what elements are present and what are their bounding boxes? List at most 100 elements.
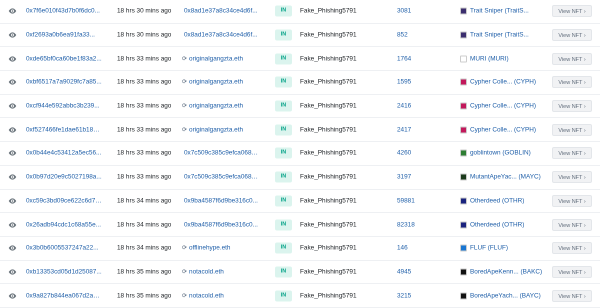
view-nft-button[interactable]: View NFT › bbox=[552, 289, 592, 302]
txn-hash-link[interactable]: 0x7f6e010f43d7b0f6dc0... bbox=[26, 8, 100, 15]
from-address-label[interactable]: 0x9ba4587f6d9be316c0... bbox=[184, 197, 258, 204]
token-link[interactable]: Cypher Colle... (CYPH) bbox=[460, 126, 536, 134]
token-id-link[interactable]: 4945 bbox=[397, 268, 411, 275]
token-name[interactable]: Cypher Colle... (CYPH) bbox=[470, 103, 536, 110]
from-address[interactable]: ⟳ originalgangzta.eth bbox=[182, 55, 243, 62]
token-link[interactable]: FLUF (FLUF) bbox=[460, 244, 508, 252]
txn-hash-link[interactable]: 0xf527466fe1dae61b184... bbox=[26, 126, 102, 133]
from-address[interactable]: ⟳ originalgangzta.eth bbox=[182, 103, 243, 110]
txn-hash-link[interactable]: 0xbf6517a7a9029fc7a85... bbox=[26, 79, 102, 86]
token-link[interactable]: Cypher Colle... (CYPH) bbox=[460, 102, 536, 110]
token-id-link[interactable]: 3081 bbox=[397, 8, 411, 15]
token-name[interactable]: Cypher Colle... (CYPH) bbox=[470, 126, 536, 133]
from-address[interactable]: 0x8ad1e37a8c34ce4d6f... bbox=[182, 32, 258, 39]
eye-icon[interactable] bbox=[8, 220, 17, 229]
from-address[interactable]: 0x8ad1e37a8c34ce4d6f... bbox=[182, 8, 258, 15]
token-link[interactable]: BoredApeKenn... (BAKC) bbox=[460, 268, 542, 276]
from-address-label[interactable]: 0x7c509c385c9efca068b... bbox=[184, 174, 260, 181]
eye-icon[interactable] bbox=[8, 291, 17, 300]
token-name[interactable]: BoredApeKenn... (BAKC) bbox=[470, 268, 542, 275]
view-nft-button[interactable]: View NFT › bbox=[552, 194, 592, 207]
token-link[interactable]: Otherdeed (OTHR) bbox=[460, 197, 524, 205]
token-id-link[interactable]: 3197 bbox=[397, 174, 411, 181]
txn-hash-link[interactable]: 0x0b97d20e9c5027198a... bbox=[26, 174, 102, 181]
from-address[interactable]: 0x9ba4587f6d9be316c0... bbox=[182, 221, 258, 228]
txn-hash-link[interactable]: 0xb13353cd05d1d25087... bbox=[26, 268, 102, 275]
token-link[interactable]: Trait Sniper (TraitS... bbox=[460, 31, 529, 39]
txn-hash-link[interactable]: 0x26adb94cdc1c68a55e... bbox=[26, 221, 101, 228]
token-name[interactable]: BoredApeYach... (BAYC) bbox=[470, 292, 541, 299]
token-name[interactable]: FLUF (FLUF) bbox=[470, 245, 508, 252]
view-nft-button[interactable]: View NFT › bbox=[552, 171, 592, 184]
from-address-label[interactable]: originalgangzta.eth bbox=[189, 79, 243, 86]
view-nft-button[interactable]: View NFT › bbox=[552, 242, 592, 255]
txn-hash-link[interactable]: 0xc59c3bd09ce622c6d72... bbox=[26, 197, 102, 204]
eye-icon[interactable] bbox=[8, 196, 17, 205]
view-nft-button[interactable]: View NFT › bbox=[552, 265, 592, 278]
from-address-label[interactable]: 0x8ad1e37a8c34ce4d6f... bbox=[184, 32, 258, 39]
from-address-label[interactable]: originalgangzta.eth bbox=[189, 103, 243, 110]
token-id-link[interactable]: 3215 bbox=[397, 292, 411, 299]
token-link[interactable]: MURI (MURI) bbox=[460, 55, 509, 63]
from-address[interactable]: 0x7c509c385c9efca068b... bbox=[182, 150, 260, 157]
from-address-label[interactable]: 0x9ba4587f6d9be316c0... bbox=[184, 221, 258, 228]
txn-hash-link[interactable]: 0xde65bf0ca60be1f83a2... bbox=[26, 55, 102, 62]
token-id-link[interactable]: 852 bbox=[397, 32, 408, 39]
from-address-label[interactable]: offlinehype.eth bbox=[189, 245, 230, 252]
txn-hash-link[interactable]: 0xf2693a0b6ea91fa33... bbox=[26, 32, 95, 39]
token-id-link[interactable]: 146 bbox=[397, 245, 408, 252]
txn-hash-link[interactable]: 0x9a827b844ea067d2a9... bbox=[26, 292, 102, 299]
view-nft-button[interactable]: View NFT › bbox=[552, 29, 592, 42]
from-address[interactable]: ⟳ originalgangzta.eth bbox=[182, 79, 243, 86]
token-id-link[interactable]: 59881 bbox=[397, 197, 415, 204]
token-id-link[interactable]: 1764 bbox=[397, 55, 411, 62]
token-id-link[interactable]: 4260 bbox=[397, 150, 411, 157]
eye-icon[interactable] bbox=[8, 173, 17, 182]
token-id-link[interactable]: 2417 bbox=[397, 126, 411, 133]
eye-icon[interactable] bbox=[8, 125, 17, 134]
token-link[interactable]: goblintown (GOBLIN) bbox=[460, 149, 531, 157]
token-link[interactable]: BoredApeYach... (BAYC) bbox=[460, 292, 541, 300]
token-id-link[interactable]: 82318 bbox=[397, 221, 415, 228]
from-address[interactable]: ⟳ notacold.eth bbox=[182, 268, 224, 275]
from-address-label[interactable]: originalgangzta.eth bbox=[189, 126, 243, 133]
token-link[interactable]: Otherdeed (OTHR) bbox=[460, 221, 524, 229]
from-address[interactable]: ⟳ offlinehype.eth bbox=[182, 245, 231, 252]
eye-icon[interactable] bbox=[8, 54, 17, 63]
token-link[interactable]: Trait Sniper (TraitS... bbox=[460, 7, 529, 15]
from-address-label[interactable]: 0x8ad1e37a8c34ce4d6f... bbox=[184, 8, 258, 15]
from-address-label[interactable]: notacold.eth bbox=[189, 292, 224, 299]
eye-icon[interactable] bbox=[8, 102, 17, 111]
from-address-label[interactable]: 0x7c509c385c9efca068b... bbox=[184, 150, 260, 157]
token-name[interactable]: Cypher Colle... (CYPH) bbox=[470, 79, 536, 86]
token-name[interactable]: goblintown (GOBLIN) bbox=[470, 150, 531, 157]
view-nft-button[interactable]: View NFT › bbox=[552, 76, 592, 89]
token-id-link[interactable]: 1595 bbox=[397, 79, 411, 86]
from-address-label[interactable]: notacold.eth bbox=[189, 268, 224, 275]
eye-icon[interactable] bbox=[8, 78, 17, 87]
token-name[interactable]: Otherdeed (OTHR) bbox=[470, 197, 524, 204]
token-name[interactable]: MURI (MURI) bbox=[470, 55, 509, 62]
from-address[interactable]: 0x9ba4587f6d9be316c0... bbox=[182, 197, 258, 204]
token-name[interactable]: Trait Sniper (TraitS... bbox=[470, 32, 529, 39]
from-address[interactable]: ⟳ originalgangzta.eth bbox=[182, 126, 243, 133]
txn-hash-link[interactable]: 0x0b44e4c53412a5ec56... bbox=[26, 150, 101, 157]
view-nft-button[interactable]: View NFT › bbox=[552, 100, 592, 113]
txn-hash-link[interactable]: 0xcf944e592abbc3b239... bbox=[26, 103, 100, 110]
token-name[interactable]: Otherdeed (OTHR) bbox=[470, 221, 524, 228]
token-name[interactable]: Trait Sniper (TraitS... bbox=[470, 8, 529, 15]
eye-icon[interactable] bbox=[8, 267, 17, 276]
eye-icon[interactable] bbox=[8, 244, 17, 253]
view-nft-button[interactable]: View NFT › bbox=[552, 218, 592, 231]
token-link[interactable]: Cypher Colle... (CYPH) bbox=[460, 78, 536, 86]
from-address-label[interactable]: originalgangzta.eth bbox=[189, 55, 243, 62]
eye-icon[interactable] bbox=[8, 7, 17, 16]
token-name[interactable]: MutantApeYac... (MAYC) bbox=[470, 174, 541, 181]
token-id-link[interactable]: 2416 bbox=[397, 103, 411, 110]
view-nft-button[interactable]: View NFT › bbox=[552, 147, 592, 160]
view-nft-button[interactable]: View NFT › bbox=[552, 5, 592, 18]
from-address[interactable]: ⟳ notacold.eth bbox=[182, 292, 224, 299]
eye-icon[interactable] bbox=[8, 149, 17, 158]
eye-icon[interactable] bbox=[8, 31, 17, 40]
view-nft-button[interactable]: View NFT › bbox=[552, 123, 592, 136]
